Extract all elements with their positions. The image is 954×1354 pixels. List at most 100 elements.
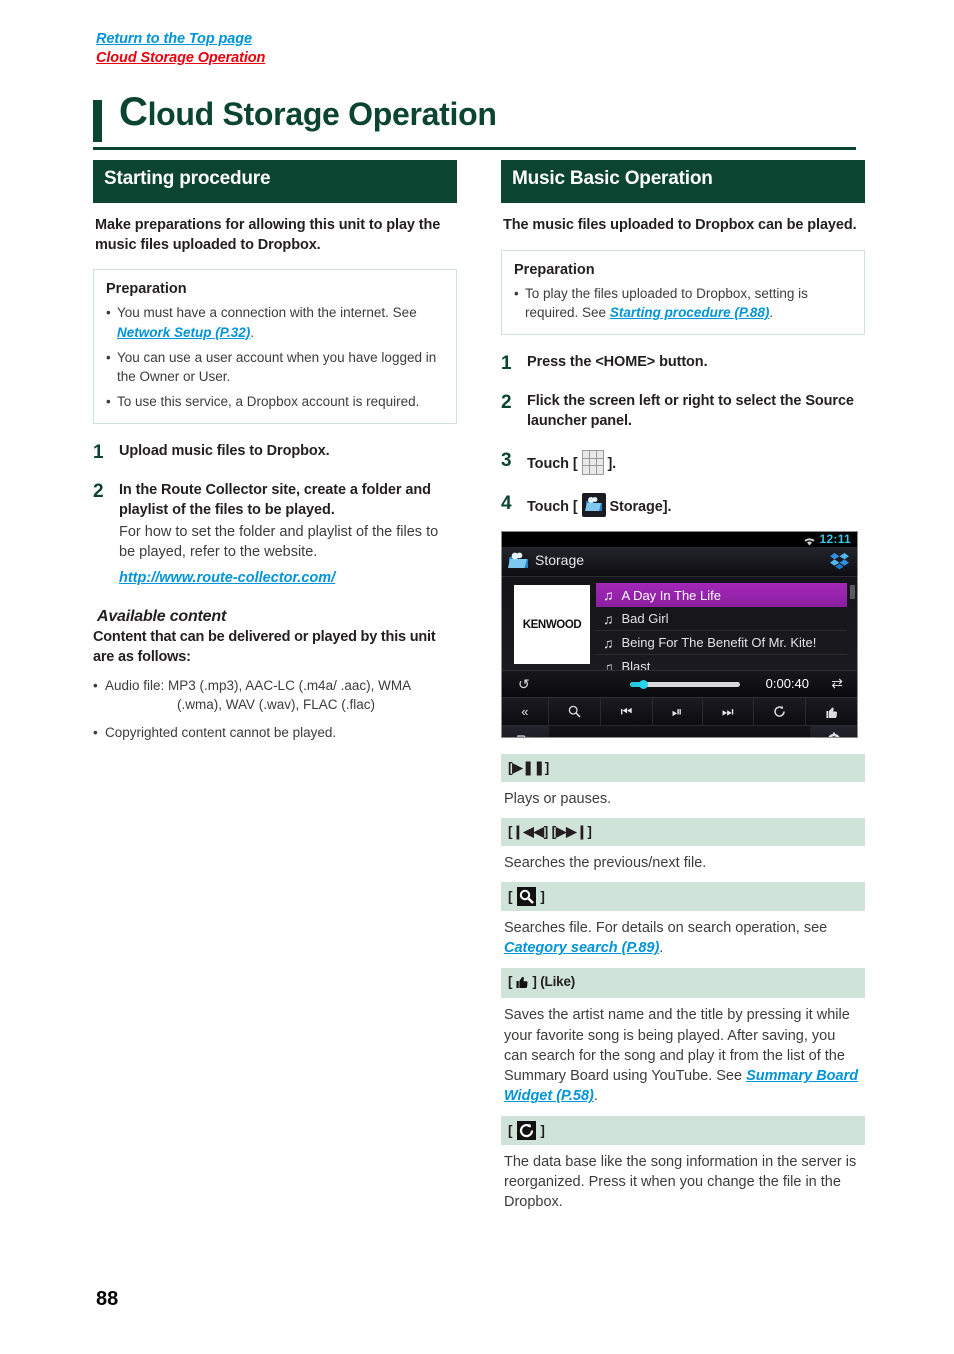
step-title: In the Route Collector site, create a fo… (119, 482, 431, 519)
link-category-search[interactable]: Category search (P.89) (504, 940, 659, 956)
step-title-after: Storage]. (609, 498, 672, 515)
device-title-label: Storage (535, 552, 585, 569)
header-text-after: ] (536, 889, 545, 905)
list-item-text: Copyrighted content cannot be played. (105, 724, 337, 740)
section-header-music-basic-operation: Music Basic Operation (501, 160, 865, 203)
playlist-item-title: Being For The Benefit Of Mr. Kite! (621, 635, 817, 651)
preparation-item: • You can use a user account when you ha… (106, 348, 444, 386)
right-column: Music Basic Operation The music files up… (501, 160, 865, 1222)
cloud-folder-icon (581, 492, 606, 517)
function-row-body: Searches the previous/next file. (504, 854, 707, 871)
title-dropcap: C (119, 90, 148, 134)
preparation-box-left: Preparation • You must have a connection… (93, 269, 457, 425)
seek-slider[interactable] (630, 680, 740, 690)
device-status-bar: 12:11 (502, 532, 857, 548)
link-route-collector[interactable]: http://www.route-collector.com/ (119, 570, 335, 586)
header-text-after: ] (Like) (528, 973, 576, 989)
list-search-icon[interactable] (502, 726, 549, 738)
header-text-before: [ (508, 973, 516, 989)
step-item: 1 Upload music files to Dropbox. (93, 442, 457, 463)
page-number: 88 (96, 1288, 119, 1310)
step-number: 1 (93, 442, 104, 464)
step-link-wrap: http://www.route-collector.com/ (119, 570, 457, 586)
music-note-icon: ♫ (603, 634, 614, 651)
step-number: 2 (93, 481, 104, 503)
next-icon[interactable]: ⏭ (703, 698, 754, 726)
seek-knob[interactable] (639, 680, 648, 690)
shuffle-icon[interactable]: ⇄ (831, 675, 843, 692)
preparation-item-text: To use this service, a Dropbox account i… (117, 394, 420, 410)
playlist-item[interactable]: ♫ A Day In The Life (596, 583, 847, 608)
title-rule (93, 147, 856, 150)
search-icon[interactable] (549, 698, 602, 726)
playlist-item[interactable]: ♫ Bad Girl (596, 607, 847, 632)
preparation-item: • You must have a connection with the in… (106, 303, 444, 341)
gear-icon[interactable] (810, 726, 857, 738)
breadcrumb-top-link[interactable]: Return to the Top page (96, 30, 265, 49)
device-screenshot: 12:11 Storage KENWOOD ♫ A Day In The Lif… (501, 531, 858, 739)
scrollbar-thumb[interactable] (850, 585, 855, 600)
step-number: 4 (501, 492, 512, 514)
bullet-dot-icon: • (514, 285, 519, 301)
preparation-title: Preparation (514, 261, 595, 278)
previous-icon[interactable]: ⏮ (601, 698, 653, 726)
chevrons-left-icon[interactable]: « (502, 698, 549, 726)
device-bottom-bar (502, 725, 857, 738)
line-1: Audio file: MP3 (.mp3), AAC-LC (.m4a/ .a… (105, 677, 412, 693)
header-text-after: ] (536, 1122, 545, 1138)
text-before: You must have a connection with the inte… (117, 305, 417, 321)
device-seek-row: ↺ 0:00:40 ⇄ (502, 670, 857, 698)
function-row-body: The data base like the song information … (504, 1153, 857, 1211)
step-title: Upload music files to Dropbox. (119, 443, 330, 460)
function-row-header: [ ] (501, 882, 865, 912)
preparation-item: • To use this service, a Dropbox account… (106, 392, 444, 411)
repeat-icon[interactable]: ↺ (518, 676, 530, 693)
preparation-item-text: To play the files uploaded to Dropbox, s… (525, 284, 852, 322)
like-icon[interactable] (806, 698, 857, 725)
step-title: Press the <HOME> button. (527, 354, 708, 371)
music-note-icon: ♫ (603, 587, 614, 604)
available-content-heading: Available content (97, 608, 227, 626)
step-description: For how to set the folder and playlist o… (119, 523, 439, 560)
step-item: 4 Touch [ Storage]. (501, 492, 865, 518)
available-content-lead: Content that can be delivered or played … (93, 629, 436, 666)
right-lead-text: The music files uploaded to Dropbox can … (503, 217, 857, 233)
preparation-box-right: Preparation • To play the files uploaded… (501, 249, 865, 336)
function-row-header: [ ] (501, 1115, 865, 1145)
playlist-item-title: Bad Girl (621, 611, 669, 627)
text-after: . (769, 304, 774, 320)
step-body: In the Route Collector site, create a fo… (119, 481, 457, 586)
refresh-icon[interactable] (754, 698, 807, 726)
preparation-item-text: You must have a connection with the inte… (117, 303, 444, 341)
preparation-item: • To play the files uploaded to Dropbox,… (514, 284, 852, 322)
document-page: Return to the Top page Cloud Storage Ope… (0, 0, 954, 1354)
title-accent-bar (93, 100, 102, 142)
album-art-label: KENWOOD (522, 618, 582, 631)
step-body: Flick the screen left or right to select… (527, 392, 865, 431)
breadcrumb-current[interactable]: Cloud Storage Operation (96, 49, 265, 68)
list-item: • Copyrighted content cannot be played. (93, 724, 457, 743)
step-number: 3 (501, 449, 512, 471)
function-row-header: [ ] (Like) (501, 967, 865, 999)
step-title-before: Touch [ (527, 455, 578, 472)
available-content-list: • Audio file: MP3 (.mp3), AAC-LC (.m4a/ … (93, 677, 457, 743)
dropbox-icon[interactable] (829, 551, 850, 572)
playlist-item[interactable]: ♫ Being For The Benefit Of Mr. Kite! (596, 631, 847, 656)
function-table: [▶❚❚] Plays or pauses. [❙◀◀] [▶▶❙] Searc… (501, 754, 865, 1221)
playlist[interactable]: ♫ A Day In The Life ♫ Bad Girl ♫ Being F… (596, 583, 855, 680)
link-starting-procedure[interactable]: Starting procedure (P.88) (610, 305, 770, 320)
bullet-dot-icon: • (106, 394, 111, 410)
function-row-header: [❙◀◀] [▶▶❙] (501, 818, 865, 846)
step-title-before: Touch [ (527, 498, 578, 515)
device-title-bar: Storage (502, 547, 857, 578)
list-item: • Audio file: MP3 (.mp3), AAC-LC (.m4a/ … (93, 677, 457, 715)
left-lead-text: Make preparations for allowing this unit… (95, 217, 441, 253)
like-icon (516, 975, 529, 994)
title-text: Cloud Storage Operation (119, 92, 497, 133)
step-number: 1 (501, 353, 512, 375)
preparation-title: Preparation (106, 281, 187, 298)
link-network-setup[interactable]: Network Setup (P.32) (117, 325, 250, 340)
body-text-before: Searches file. For details on search ope… (504, 920, 828, 937)
play-pause-icon[interactable]: ⏯ (653, 698, 703, 726)
bullet-dot-icon: • (106, 305, 111, 321)
